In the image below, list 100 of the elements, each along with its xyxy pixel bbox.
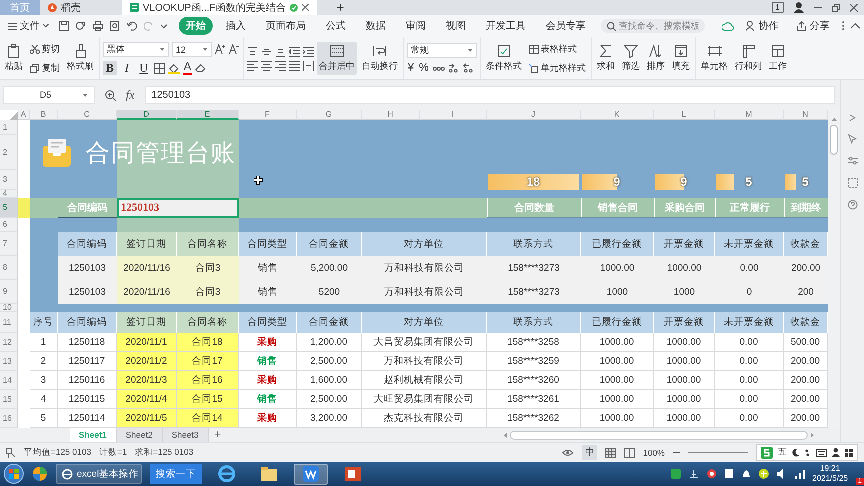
row-number[interactable]: 7 — [0, 232, 18, 256]
search-button[interactable]: 搜索一下 — [150, 464, 202, 484]
row-number[interactable]: 9 — [0, 280, 18, 304]
lookup-input[interactable]: 1250103 — [117, 198, 239, 218]
ribbon-tab[interactable]: 数据 — [359, 17, 393, 35]
function-button[interactable]: fx — [126, 88, 135, 102]
sheet-tab[interactable]: Sheet2 — [116, 428, 163, 442]
cell-style-button[interactable]: 单元格样式 — [527, 60, 588, 76]
new-tab-button[interactable]: + — [330, 0, 350, 15]
clock-time[interactable]: 19:21 — [820, 464, 840, 474]
wrap-text-button[interactable]: 自动换行 — [360, 42, 400, 75]
table-cell: 1000.00 — [581, 390, 654, 409]
taskbar-window[interactable]: excel基本操作 — [56, 464, 142, 484]
table-cell: 0.00 — [715, 352, 784, 371]
table-cell: 合同3 — [177, 280, 239, 304]
ribbon-tab[interactable]: 开发工具 — [479, 17, 533, 35]
ribbon-tab[interactable]: 插入 — [219, 17, 253, 35]
column-header: 序号 — [30, 312, 58, 333]
table-cell: 销售 — [239, 280, 297, 304]
notification-badge[interactable]: 1 — [772, 2, 784, 13]
input-mode-button[interactable]: 中 — [582, 445, 598, 460]
row-number[interactable]: 4 — [0, 190, 18, 198]
table-cell: 采购 — [239, 333, 297, 352]
name-box[interactable]: D5 — [3, 86, 95, 104]
status-stat: 计数=1 — [99, 446, 128, 458]
percent-button[interactable]: % — [418, 62, 430, 74]
app-tab[interactable]: 稻壳 — [40, 0, 122, 15]
column-letter[interactable]: H — [362, 110, 420, 120]
column-letter[interactable]: B — [30, 110, 58, 120]
row-number[interactable]: 5 — [0, 198, 18, 218]
column-letter[interactable]: F — [239, 110, 297, 120]
row-number[interactable]: 12 — [0, 333, 18, 352]
zoom-select[interactable]: 100% — [643, 448, 665, 458]
ribbon-tab[interactable]: 审阅 — [399, 17, 433, 35]
font-size-select[interactable]: 12 — [172, 42, 212, 57]
column-letter[interactable]: E — [177, 110, 239, 120]
table-style-button[interactable]: 表格样式 — [527, 42, 588, 56]
app-tab[interactable]: VLOOKUP函...F函数的完美结合 — [122, 0, 317, 15]
row-number[interactable]: 13 — [0, 352, 18, 371]
fill-down-button[interactable]: 填充 — [670, 42, 692, 75]
row-number[interactable]: 15 — [0, 390, 18, 409]
filter-button[interactable]: 筛选 — [620, 42, 642, 75]
sort-button[interactable]: 排序 — [645, 42, 667, 75]
currency-button[interactable]: ¥ — [407, 62, 416, 74]
cut-button[interactable]: 剪切 — [28, 42, 62, 56]
row-number[interactable]: 2 — [0, 135, 18, 170]
share-button[interactable]: 分享 — [791, 18, 836, 34]
column-letter[interactable]: A — [18, 110, 30, 120]
column-letter[interactable]: C — [58, 110, 117, 120]
underline-button[interactable]: U — [137, 61, 151, 75]
ime-layout[interactable]: 五 — [778, 446, 787, 459]
collaborate-button[interactable]: 协作 — [740, 18, 785, 34]
conditional-format-button[interactable]: 条件格式 — [484, 42, 524, 75]
rows-columns-button[interactable]: 行和列 — [733, 42, 764, 75]
kpi-value: 9 — [680, 175, 688, 189]
worksheet-button[interactable]: 工作 — [767, 42, 789, 75]
table-cell: 杰克科技有限公司 — [362, 409, 487, 428]
row-number[interactable]: 6 — [0, 218, 18, 232]
column-header: 签订日期 — [117, 312, 177, 333]
font-name-select[interactable]: 黑体 — [103, 42, 169, 57]
column-letter[interactable]: D — [117, 110, 177, 120]
sheet-tab[interactable]: Sheet3 — [162, 428, 209, 442]
column-letter[interactable]: K — [581, 110, 654, 120]
row-number[interactable]: 16 — [0, 409, 18, 428]
column-letter[interactable]: N — [784, 110, 828, 120]
kpi-value: 9 — [614, 175, 620, 189]
merge-center-button[interactable]: 合并居中 — [317, 42, 357, 75]
search-field[interactable]: 查找命令、搜索模板 — [601, 19, 705, 33]
ribbon-tab[interactable]: 视图 — [439, 17, 473, 35]
row-number[interactable]: 8 — [0, 256, 18, 280]
column-letter[interactable]: M — [715, 110, 784, 120]
row-number[interactable]: 1 — [0, 120, 18, 135]
file-menu[interactable]: 文件 — [4, 19, 53, 33]
kpi-label: 正常履行 — [715, 198, 784, 218]
row-number[interactable]: 10 — [0, 304, 18, 312]
cells-button[interactable]: 单元格 — [699, 42, 730, 75]
paste-button[interactable]: 粘贴 — [3, 42, 25, 75]
sum-button[interactable]: 求和 — [595, 42, 617, 75]
table-cell: 2 — [30, 352, 58, 371]
copy-button[interactable]: 复制 — [28, 60, 62, 76]
row-number[interactable]: 14 — [0, 371, 18, 390]
column-letter[interactable]: J — [487, 110, 581, 120]
column-letter[interactable]: G — [297, 110, 362, 120]
ribbon-tab[interactable]: 页面布局 — [259, 17, 313, 35]
font-color-button[interactable]: A — [183, 61, 192, 75]
italic-button[interactable]: I — [120, 61, 134, 75]
clock-date[interactable]: 2021/5/25 — [812, 474, 848, 484]
ribbon-tab[interactable]: 会员专享 — [539, 17, 593, 35]
number-format-select[interactable]: 常规 — [407, 43, 477, 58]
status-stat: 求和=125 0103 — [135, 446, 194, 458]
row-number[interactable]: 11 — [0, 312, 18, 333]
column-letter[interactable]: I — [420, 110, 487, 120]
row-number[interactable]: 3 — [0, 170, 18, 190]
ribbon-tab[interactable]: 公式 — [319, 17, 353, 35]
bold-button[interactable]: B — [103, 61, 117, 75]
format-painter-button[interactable]: 格式刷 — [65, 42, 96, 75]
add-sheet-button[interactable]: + — [208, 428, 228, 442]
table-cell: 1000.00 — [581, 409, 654, 428]
column-letter[interactable]: L — [654, 110, 715, 120]
formula-field[interactable]: 1250103 — [144, 86, 835, 104]
